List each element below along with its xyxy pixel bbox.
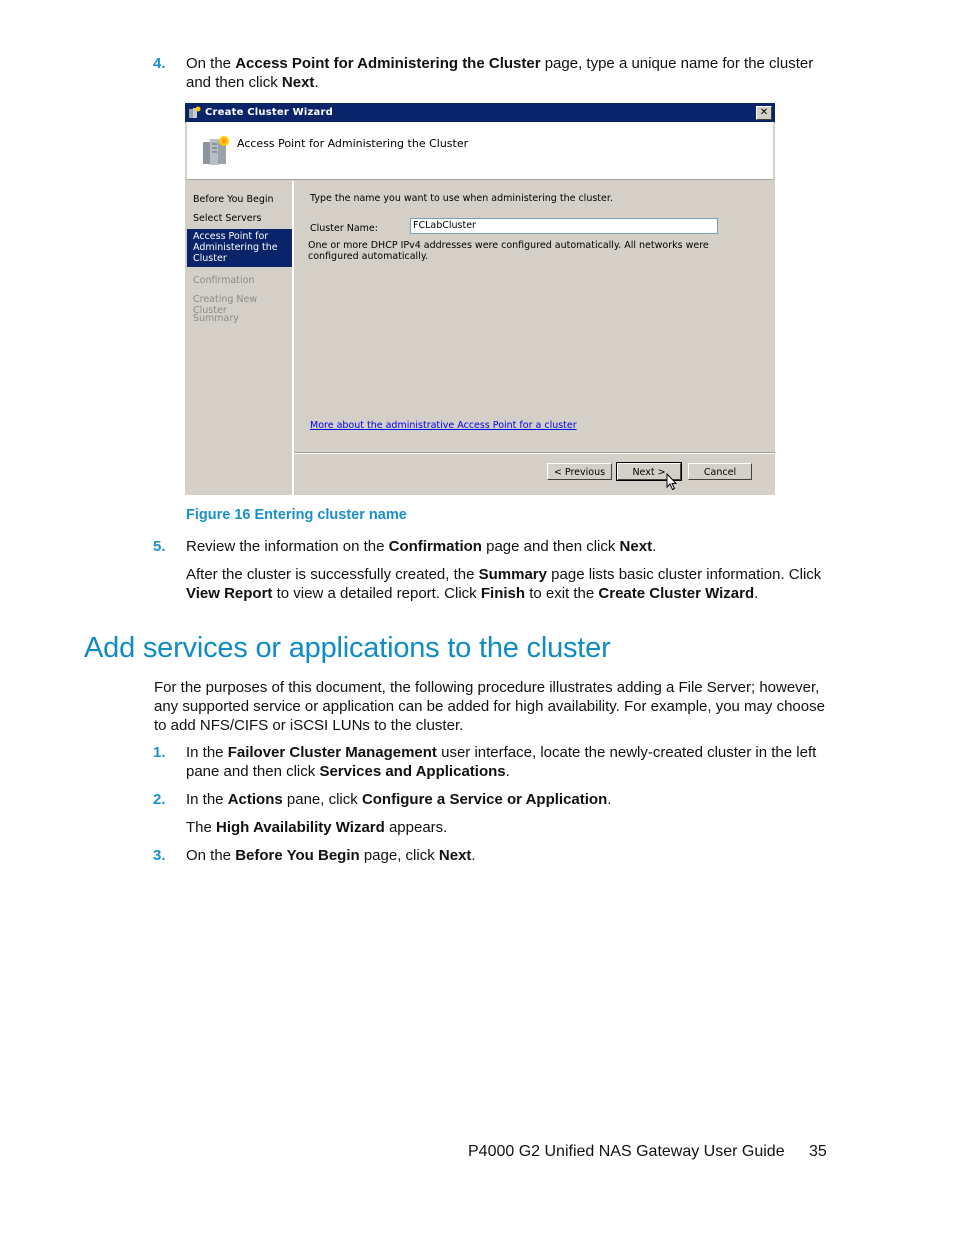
wizard-page-title: Access Point for Administering the Clust… <box>237 137 469 150</box>
wizard-header: Access Point for Administering the Clust… <box>187 122 773 180</box>
step-2-followup: The High Availability Wizard appears. <box>186 818 834 837</box>
bold-term: View Report <box>186 585 273 602</box>
cluster-icon <box>189 106 201 118</box>
text-run: In the <box>186 744 228 761</box>
step-5-followup: After the cluster is successfully create… <box>186 565 831 603</box>
bold-term: Create Cluster Wizard <box>598 585 755 602</box>
step-number-5: 5. <box>153 538 166 555</box>
text-run: appears. <box>384 819 448 836</box>
bold-term: Confirmation <box>388 538 482 555</box>
wizard-body: Type the name you want to use when admin… <box>294 181 775 495</box>
bold-term: Summary <box>478 566 547 583</box>
help-link[interactable]: More about the administrative Access Poi… <box>310 420 577 431</box>
text-run: page and then click <box>481 538 620 555</box>
step-number-3: 3. <box>153 847 166 864</box>
section-intro: For the purposes of this document, the f… <box>154 679 825 734</box>
wizard-title: Create Cluster Wizard <box>205 107 333 118</box>
bold-term: Next <box>438 847 472 864</box>
nav-item-access-point[interactable]: Access Point for Administering the Clust… <box>187 229 292 267</box>
text-run: to view a detailed report. Click <box>272 585 481 602</box>
dhcp-note: One or more DHCP IPv4 addresses were con… <box>308 240 709 262</box>
section-heading: Add services or applications to the clus… <box>84 632 611 664</box>
mouse-pointer-icon <box>666 473 678 491</box>
bold-term: Next <box>281 74 315 91</box>
text-run: The <box>186 819 217 836</box>
create-cluster-wizard-screenshot: Create Cluster Wizard ✕ Access Point for… <box>185 103 775 495</box>
nav-item-summary: Summary <box>193 313 239 324</box>
wizard-titlebar: Create Cluster Wizard ✕ <box>185 103 775 122</box>
text-run: . <box>754 585 759 602</box>
cluster-name-label: Cluster Name: <box>310 223 378 234</box>
bold-term: Configure a Service or Application <box>361 791 608 808</box>
footer-page-number: 35 <box>809 1143 827 1160</box>
text-run: Review the information on the <box>186 538 389 555</box>
text-run: pane, click <box>282 791 362 808</box>
nav-item-confirmation: Confirmation <box>193 275 255 286</box>
bold-term: Services and Applications <box>319 763 506 780</box>
text-run: On the <box>186 847 236 864</box>
step-1-text: In the Failover Cluster Management user … <box>186 743 834 781</box>
text-run: page lists basic cluster information. Cl… <box>547 566 822 583</box>
step-number-2: 2. <box>153 791 166 808</box>
text-run: After the cluster is successfully create… <box>186 566 479 583</box>
step-number-4: 4. <box>153 55 166 72</box>
text-run: . <box>314 74 319 91</box>
close-button[interactable]: ✕ <box>756 106 772 120</box>
text-run: . <box>505 763 510 780</box>
nav-item-select-servers[interactable]: Select Servers <box>187 213 292 224</box>
bold-term: Finish <box>480 585 526 602</box>
footer-guide-title: P4000 G2 Unified NAS Gateway User Guide <box>468 1143 785 1160</box>
step-5-text: Review the information on the Confirmati… <box>186 537 831 556</box>
step-2-text: In the Actions pane, click Configure a S… <box>186 790 834 809</box>
step-4-text: On the Access Point for Administering th… <box>186 54 831 92</box>
bold-term: Before You Begin <box>235 847 360 864</box>
bold-term: Actions <box>227 791 283 808</box>
text-run: On the <box>186 55 236 72</box>
text-run: . <box>471 847 476 864</box>
previous-button[interactable]: < Previous <box>547 463 612 480</box>
wizard-step-nav: Before You Begin Select Servers Access P… <box>187 181 294 495</box>
nav-item-before-you-begin[interactable]: Before You Begin <box>187 194 292 205</box>
text-run: to exit the <box>525 585 599 602</box>
bold-term: Next <box>619 538 653 555</box>
cluster-servers-icon <box>203 136 229 165</box>
step-3-text: On the Before You Begin page, click Next… <box>186 846 834 865</box>
figure-caption: Figure 16 Entering cluster name <box>186 507 407 523</box>
cancel-button[interactable]: Cancel <box>688 463 752 480</box>
cluster-name-input[interactable] <box>410 218 718 234</box>
instruction-text: Type the name you want to use when admin… <box>310 193 613 204</box>
text-run: . <box>652 538 657 555</box>
text-run: In the <box>186 791 228 808</box>
text-run: . <box>607 791 612 808</box>
text-run: page, click <box>359 847 439 864</box>
button-separator <box>294 452 775 454</box>
step-number-1: 1. <box>153 744 166 761</box>
bold-term: Failover Cluster Management <box>227 744 437 761</box>
bold-term: High Availability Wizard <box>216 819 385 836</box>
bold-term: Access Point for Administering the Clust… <box>235 55 541 72</box>
